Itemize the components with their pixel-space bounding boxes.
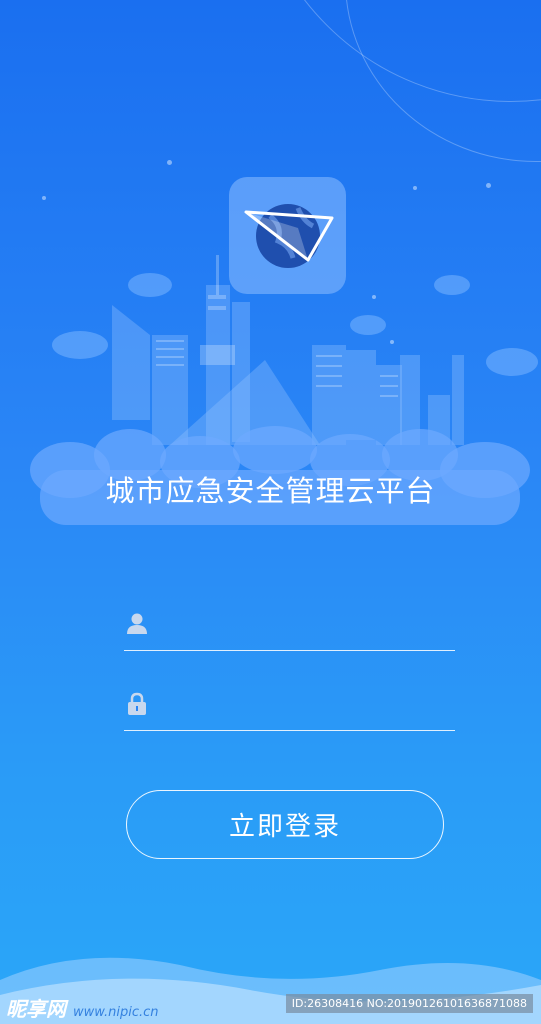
watermark-id: ID:26308416 NO:20190126101636871088 — [285, 994, 533, 1013]
watermark-url: www.nipic.cn — [72, 1005, 159, 1020]
app-logo — [229, 177, 346, 294]
decor-dot — [42, 196, 46, 200]
lock-icon — [128, 692, 146, 715]
paper-plane-globe-icon — [244, 203, 333, 268]
user-icon — [127, 613, 147, 634]
app-title: 城市应急安全管理云平台 — [105, 474, 436, 508]
password-field[interactable] — [124, 688, 455, 731]
watermark-brand: 昵享网 www.nipic.cn — [6, 993, 159, 1022]
watermark-brand-text: 昵享网 — [6, 997, 66, 1021]
login-screen: 城市应急安全管理云平台 立即登录 昵享网 www.nipic.cn ID:263… — [0, 0, 541, 1024]
decor-circle-small — [345, 0, 541, 162]
login-button[interactable]: 立即登录 — [126, 790, 444, 859]
password-input[interactable] — [164, 690, 453, 722]
username-field[interactable] — [124, 608, 455, 651]
decor-dot — [486, 183, 491, 188]
decor-dot — [413, 186, 417, 190]
username-input[interactable] — [164, 610, 453, 642]
decor-dot — [167, 160, 172, 165]
